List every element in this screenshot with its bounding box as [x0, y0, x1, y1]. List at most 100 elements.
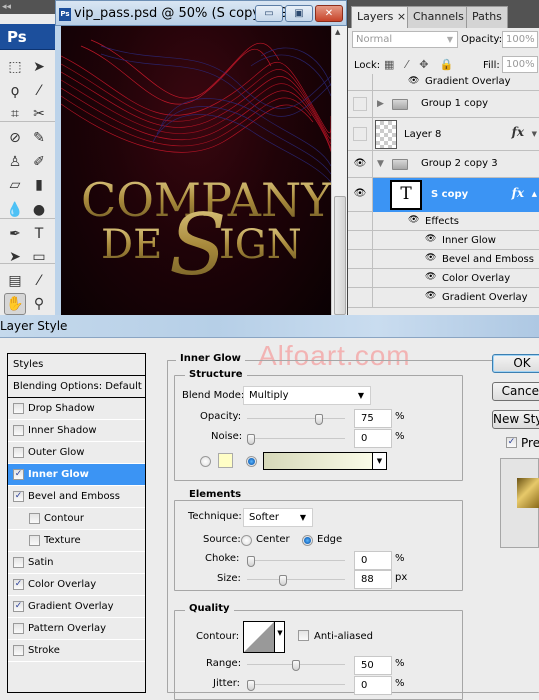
- visibility-toggle[interactable]: [353, 97, 367, 111]
- eye-icon[interactable]: 👁: [425, 272, 436, 282]
- expand-effects-icon[interactable]: ▼: [532, 130, 537, 138]
- move-tool-icon[interactable]: ➤: [28, 56, 50, 78]
- range-slider-thumb[interactable]: [292, 660, 300, 671]
- choke-field[interactable]: 0: [354, 551, 392, 570]
- preview-checkbox[interactable]: ✓: [506, 437, 517, 448]
- fx-icon[interactable]: fx: [512, 186, 524, 200]
- effect-row[interactable]: 👁 Inner Glow: [348, 231, 539, 250]
- effects-header-row[interactable]: 👁 Effects: [348, 212, 539, 231]
- brush-tool-icon[interactable]: ✎: [28, 127, 50, 149]
- pen-tool-icon[interactable]: ✒: [4, 223, 26, 245]
- style-checkbox[interactable]: [13, 623, 24, 634]
- source-center-radio[interactable]: [241, 535, 252, 546]
- type-tool-icon[interactable]: T: [28, 223, 50, 245]
- solid-color-radio[interactable]: [200, 456, 211, 467]
- range-slider[interactable]: [247, 660, 345, 671]
- cancel-button[interactable]: Cancel: [492, 382, 539, 401]
- size-slider[interactable]: [247, 575, 345, 586]
- effect-row[interactable]: 👁 Color Overlay: [348, 269, 539, 288]
- eye-icon[interactable]: 👁: [408, 215, 419, 225]
- effect-row[interactable]: 👁 Bevel and Emboss: [348, 250, 539, 269]
- style-checkbox[interactable]: [29, 513, 40, 524]
- layer-fill-field[interactable]: 100%: [502, 56, 538, 73]
- eye-icon[interactable]: 👁: [425, 291, 436, 301]
- layer-blend-mode-select[interactable]: Normal ▼: [352, 31, 458, 48]
- jitter-slider-thumb[interactable]: [247, 680, 255, 691]
- eye-icon[interactable]: 👁: [425, 253, 436, 263]
- layer-row[interactable]: Layer 8 fx ▼: [348, 118, 539, 151]
- style-item-contour[interactable]: Contour: [8, 508, 145, 530]
- style-item-color-overlay[interactable]: ✓ Color Overlay: [8, 574, 145, 596]
- style-item-gradient-overlay[interactable]: ✓ Gradient Overlay: [8, 596, 145, 618]
- contour-picker[interactable]: ▼: [243, 621, 285, 653]
- eye-icon[interactable]: 👁: [425, 234, 436, 244]
- layer-row-selected[interactable]: 👁 T S copy fx ▲: [348, 178, 539, 212]
- ok-button[interactable]: OK: [492, 354, 539, 373]
- jitter-slider[interactable]: [247, 680, 345, 691]
- source-edge-radio[interactable]: [302, 535, 313, 546]
- hand-tool-icon[interactable]: ✋: [4, 293, 26, 315]
- style-checkbox[interactable]: ✓: [13, 601, 24, 612]
- opacity-field[interactable]: 75: [354, 409, 392, 428]
- style-item-satin[interactable]: Satin: [8, 552, 145, 574]
- scroll-up-arrow-icon[interactable]: ▲: [335, 28, 340, 36]
- collapse-panel-icon[interactable]: ◂◂: [0, 0, 55, 14]
- vertical-scrollbar[interactable]: ▲: [331, 26, 347, 315]
- preview-label[interactable]: Preview: [521, 436, 539, 450]
- style-item-drop-shadow[interactable]: Drop Shadow: [8, 398, 145, 420]
- effect-row[interactable]: 👁 Gradient Overlay: [348, 288, 539, 308]
- choke-slider-thumb[interactable]: [247, 556, 255, 567]
- style-item-styles[interactable]: Styles: [8, 354, 145, 376]
- blend-mode-dropdown[interactable]: Multiply ▼: [243, 386, 371, 405]
- magic-wand-tool-icon[interactable]: ⁄: [28, 80, 50, 102]
- glow-color-swatch[interactable]: [218, 453, 233, 468]
- contour-dropdown-arrow-icon[interactable]: ▼: [274, 622, 285, 652]
- fx-icon[interactable]: fx: [512, 125, 524, 139]
- eyedropper-tool-icon[interactable]: ⁄: [28, 270, 50, 292]
- tab-paths[interactable]: Paths: [466, 6, 508, 28]
- style-item-stroke[interactable]: Stroke: [8, 640, 145, 662]
- style-checkbox[interactable]: [29, 535, 40, 546]
- style-checkbox[interactable]: [13, 425, 24, 436]
- style-item-inner-shadow[interactable]: Inner Shadow: [8, 420, 145, 442]
- shape-tool-icon[interactable]: ▭: [28, 246, 50, 268]
- minimize-button[interactable]: ▭: [255, 5, 283, 22]
- style-item-blending-options-default[interactable]: Blending Options: Default: [8, 376, 145, 398]
- layer-opacity-field[interactable]: 100%: [502, 31, 538, 48]
- document-canvas[interactable]: COMPANY DE IGN S: [61, 26, 331, 315]
- style-checkbox[interactable]: [13, 557, 24, 568]
- eye-icon[interactable]: 👁: [348, 158, 372, 169]
- jitter-field[interactable]: 0: [354, 676, 392, 695]
- tab-layers[interactable]: Layers ×: [351, 6, 413, 28]
- healing-brush-tool-icon[interactable]: ⊘: [4, 127, 26, 149]
- opacity-slider-thumb[interactable]: [314, 414, 323, 425]
- size-field[interactable]: 88: [354, 570, 392, 589]
- style-item-inner-glow[interactable]: ✓ Inner Glow: [8, 464, 145, 486]
- style-checkbox[interactable]: ✓: [13, 579, 24, 590]
- visibility-toggle[interactable]: [353, 127, 367, 141]
- lock-icons[interactable]: ▦ ⁄ ✥ 🔒: [384, 58, 458, 71]
- style-checkbox[interactable]: [13, 645, 24, 656]
- notes-tool-icon[interactable]: ▤: [4, 270, 26, 292]
- gradient-radio[interactable]: [246, 456, 257, 467]
- noise-slider-thumb[interactable]: [247, 434, 255, 445]
- layer-row-group[interactable]: ▶ Group 1 copy: [348, 91, 539, 118]
- range-field[interactable]: 50: [354, 656, 392, 675]
- new-style-button[interactable]: New Style...: [492, 410, 539, 429]
- source-center-label[interactable]: Center: [256, 534, 290, 545]
- style-item-texture[interactable]: Texture: [8, 530, 145, 552]
- style-item-bevel-and-emboss[interactable]: ✓ Bevel and Emboss: [8, 486, 145, 508]
- anti-aliased-label[interactable]: Anti-aliased: [314, 631, 373, 642]
- style-item-pattern-overlay[interactable]: Pattern Overlay: [8, 618, 145, 640]
- opacity-slider[interactable]: [247, 414, 345, 425]
- dialog-title-bar[interactable]: Layer Style: [0, 315, 539, 338]
- collapse-triangle-icon[interactable]: ▼: [377, 159, 384, 169]
- style-checkbox[interactable]: [13, 447, 24, 458]
- close-button[interactable]: ✕: [315, 5, 343, 22]
- lasso-tool-icon[interactable]: ϙ: [4, 80, 26, 102]
- scrollbar-thumb[interactable]: [334, 196, 346, 315]
- gradient-dropdown-arrow-icon[interactable]: ▼: [373, 452, 387, 470]
- style-checkbox[interactable]: ✓: [13, 491, 24, 502]
- layer-row-group[interactable]: 👁 ▼ Group 2 copy 3: [348, 151, 539, 178]
- zoom-tool-icon[interactable]: ⚲: [28, 293, 50, 315]
